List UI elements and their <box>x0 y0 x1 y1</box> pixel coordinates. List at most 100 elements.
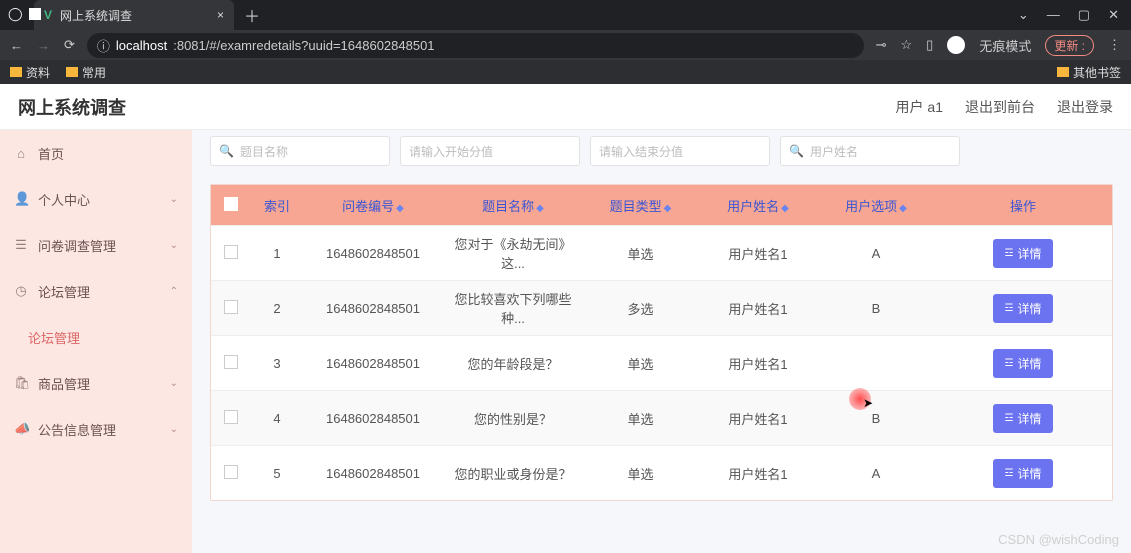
col-name[interactable]: 题目名称◆ <box>443 196 583 215</box>
reader-icon[interactable]: ▯ <box>926 37 933 53</box>
star-icon[interactable]: ☆ <box>901 37 913 53</box>
watermark: CSDN @wishCoding <box>998 532 1119 547</box>
row-checkbox[interactable] <box>211 355 251 372</box>
chevron-up-icon: ⌃ <box>170 286 178 297</box>
table-row: 11648602848501您对于《永劫无间》这...单选用户姓名1A☲详情 <box>211 225 1112 280</box>
maximize-icon[interactable]: ▢ <box>1078 7 1090 23</box>
doc-icon: ☲ <box>1005 303 1014 314</box>
new-tab-button[interactable]: ＋ <box>244 3 260 27</box>
close-icon[interactable]: × <box>217 8 224 22</box>
exit-to-front-button[interactable]: 退出到前台 <box>965 97 1035 117</box>
sidebar-item-survey[interactable]: ☰问卷调查管理⌄ <box>0 222 192 268</box>
col-index[interactable]: 索引 <box>251 196 303 215</box>
col-id[interactable]: 问卷编号◆ <box>303 196 443 215</box>
detail-button[interactable]: ☲详情 <box>993 459 1054 488</box>
url-host: localhost <box>116 38 167 53</box>
detail-button[interactable]: ☲详情 <box>993 294 1054 323</box>
row-checkbox[interactable] <box>211 410 251 427</box>
row-checkbox[interactable] <box>211 300 251 317</box>
list-icon: ☰ <box>14 237 28 253</box>
close-window-icon[interactable]: ✕ <box>1108 7 1119 23</box>
cell-index: 5 <box>251 466 303 481</box>
sidebar-item-forum[interactable]: ◷论坛管理⌃ <box>0 268 192 314</box>
cursor-arrow-icon: ➤ <box>863 396 873 410</box>
table-row: 51648602848501您的职业或身份是？单选用户姓名1A☲详情 <box>211 445 1112 500</box>
cell-action: ☲详情 <box>934 239 1112 268</box>
doc-icon: ☲ <box>1005 248 1014 259</box>
filter-title[interactable]: 🔍题目名称 <box>210 136 390 166</box>
forward-icon[interactable]: → <box>37 38 50 53</box>
sort-icon: ◆ <box>899 203 907 214</box>
search-icon: 🔍 <box>789 144 804 158</box>
back-icon[interactable]: ← <box>10 38 23 53</box>
megaphone-icon: 📣 <box>14 421 28 437</box>
cell-action: ☲详情 <box>934 349 1112 378</box>
col-type[interactable]: 题目类型◆ <box>583 196 698 215</box>
cell-index: 3 <box>251 356 303 371</box>
user-label: 用户 a1 <box>896 97 943 117</box>
cell-index: 4 <box>251 411 303 426</box>
chevron-down-icon: ⌄ <box>170 378 178 389</box>
extension-update-button[interactable]: 更新 : <box>1045 35 1094 56</box>
filter-end-score[interactable]: 请输入结束分值 <box>590 136 770 166</box>
vue-icon: V <box>44 8 52 22</box>
select-all-checkbox[interactable] <box>211 197 251 214</box>
bag-icon: 🛍 <box>14 375 28 391</box>
incognito-avatar-icon[interactable] <box>947 36 965 54</box>
minimize-icon[interactable]: — <box>1047 7 1060 23</box>
site-info-icon[interactable]: ⓘ <box>97 36 110 55</box>
browser-tab-active[interactable]: V 网上系统调查 × <box>34 0 234 30</box>
logout-button[interactable]: 退出登录 <box>1057 97 1113 117</box>
doc-icon: ☲ <box>1005 413 1014 424</box>
table-header: 索引 问卷编号◆ 题目名称◆ 题目类型◆ 用户姓名◆ 用户选项◆ 操作 <box>211 185 1112 225</box>
search-icon: 🔍 <box>219 144 234 158</box>
bookmark-item-2[interactable]: 常用 <box>66 64 106 81</box>
sidebar-sub-forum[interactable]: 论坛管理 <box>0 314 192 360</box>
table-row: 31648602848501您的年龄段是？单选用户姓名1☲详情 <box>211 335 1112 390</box>
row-checkbox[interactable] <box>211 465 251 482</box>
cell-option: B <box>818 301 934 316</box>
chevron-down-icon: ⌄ <box>170 194 178 205</box>
detail-button[interactable]: ☲详情 <box>993 404 1054 433</box>
cell-type: 单选 <box>583 354 698 373</box>
key-icon[interactable]: ⊸ <box>876 37 887 53</box>
browser-address-bar: ← → ⟳ ⓘ localhost:8081/#/examredetails?u… <box>0 30 1131 60</box>
sidebar-item-personal[interactable]: 👤个人中心⌄ <box>0 176 192 222</box>
cell-user: 用户姓名1 <box>698 244 818 263</box>
menu-icon[interactable]: ⋮ <box>1108 37 1121 53</box>
doc-icon: ☲ <box>1005 358 1014 369</box>
cell-name: 您对于《永劫无间》这... <box>443 234 583 272</box>
cell-name: 您的年龄段是？ <box>443 354 583 373</box>
col-option[interactable]: 用户选项◆ <box>818 196 934 215</box>
sidebar-item-goods[interactable]: 🛍商品管理⌄ <box>0 360 192 406</box>
url-field[interactable]: ⓘ localhost:8081/#/examredetails?uuid=16… <box>87 33 864 58</box>
sidebar-item-home[interactable]: ⌂首页 <box>0 130 192 176</box>
incognito-label: 无痕模式 <box>979 36 1031 55</box>
square-icon <box>29 8 41 20</box>
user-icon: 👤 <box>14 191 28 207</box>
folder-icon <box>10 67 22 77</box>
cell-index: 1 <box>251 246 303 261</box>
detail-button[interactable]: ☲详情 <box>993 349 1054 378</box>
detail-button[interactable]: ☲详情 <box>993 239 1054 268</box>
bookmark-item-1[interactable]: 资料 <box>10 64 50 81</box>
bookmark-other[interactable]: 其他书签 <box>1057 64 1121 81</box>
cell-action: ☲详情 <box>934 404 1112 433</box>
chevron-down-icon[interactable]: ⌄ <box>1018 7 1029 23</box>
filter-username[interactable]: 🔍用户姓名 <box>780 136 960 166</box>
sort-icon: ◆ <box>664 203 672 214</box>
sidebar-item-notice[interactable]: 📣公告信息管理⌄ <box>0 406 192 452</box>
cell-id: 1648602848501 <box>303 411 443 426</box>
col-user[interactable]: 用户姓名◆ <box>698 196 818 215</box>
cell-action: ☲详情 <box>934 294 1112 323</box>
results-table: 索引 问卷编号◆ 题目名称◆ 题目类型◆ 用户姓名◆ 用户选项◆ 操作 1 164… <box>210 184 1113 501</box>
cell-option: A <box>818 466 934 481</box>
row-checkbox[interactable] <box>211 245 251 262</box>
table-row: 21648602848501您比较喜欢下列哪些种...多选用户姓名1B☲详情 <box>211 280 1112 335</box>
reload-icon[interactable]: ⟳ <box>64 37 75 53</box>
chevron-down-icon: ⌄ <box>170 424 178 435</box>
folder-icon <box>1057 67 1069 77</box>
cell-type: 单选 <box>583 464 698 483</box>
filter-start-score[interactable]: 请输入开始分值 <box>400 136 580 166</box>
page-title: 网上系统调查 <box>18 94 126 120</box>
